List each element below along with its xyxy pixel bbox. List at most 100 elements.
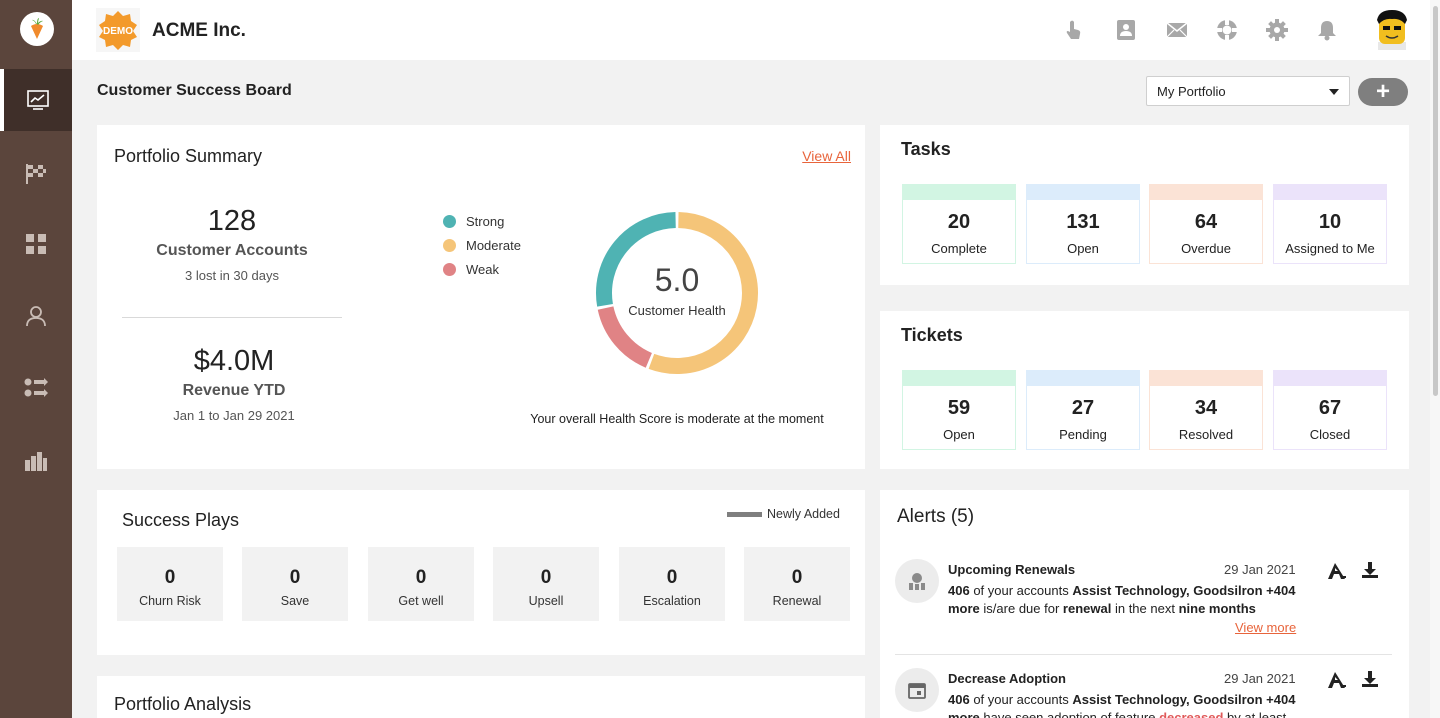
alert-body: 406 of your accounts Assist Technology, … [948,583,1296,616]
sidebar-item-workflows[interactable] [0,357,72,419]
ticket-stat-open[interactable]: 59 Open [902,370,1016,450]
summary-divider [122,317,342,318]
task-stat-overdue[interactable]: 64 Overdue [1149,184,1263,264]
play-label: Save [280,594,310,608]
stat-value: 10 [1318,211,1342,233]
sidebar-item-customers[interactable] [0,285,72,347]
sidebar-item-reports[interactable] [0,430,72,492]
success-plays-card: Success Plays Newly Added 0 Churn Risk 0… [97,490,865,655]
play-value: 0 [540,567,552,588]
renewal-icon [895,559,939,603]
svg-text:DEMO: DEMO [103,26,133,37]
health-score-value: 5.0 [654,262,700,298]
tasks-card: Tasks 20 Complete 131 Open 64 Overdue 10… [880,125,1409,285]
stat-label: Assigned to Me [1285,241,1375,256]
newly-added-legend: Newly Added [727,507,840,521]
ticket-stat-resolved[interactable]: 34 Resolved [1149,370,1263,450]
alert-date: 29 Jan 2021 [1224,671,1296,686]
download-icon[interactable] [1360,560,1380,580]
stat-color-bar [903,371,1015,386]
task-stat-complete[interactable]: 20 Complete [902,184,1016,264]
customer-accounts-label: Customer Accounts [156,242,308,259]
download-icon[interactable] [1360,669,1380,689]
contacts-icon[interactable] [1114,18,1138,42]
company-logo: DEMO [96,8,140,52]
alert-body: 406 of your accounts Assist Technology, … [948,692,1296,718]
bell-icon[interactable] [1315,18,1339,42]
assign-icon[interactable] [1327,670,1347,690]
sidebar-item-apps[interactable] [0,213,72,275]
customer-accounts-metric: 128 Customer Accounts 3 lost in 30 days [117,205,347,283]
carrot-logo-icon[interactable] [20,12,54,46]
play-renewal[interactable]: 0 Renewal [744,547,850,621]
legend-weak: Weak [443,262,499,277]
assign-icon[interactable] [1327,561,1347,581]
revenue-label: Revenue YTD [182,382,286,399]
stat-label: Resolved [1178,427,1234,442]
top-bar: DEMO ACME Inc. [72,0,1430,60]
customer-accounts-value: 128 [207,205,257,237]
portfolio-summary-card: Portfolio Summary View All 128 Customer … [97,125,865,469]
stat-color-bar [1274,371,1386,386]
ticket-stat-pending[interactable]: 27 Pending [1026,370,1140,450]
sidebar-item-plays[interactable] [0,143,72,205]
play-churn-risk[interactable]: 0 Churn Risk [117,547,223,621]
play-label: Renewal [772,594,822,608]
stat-label: Closed [1309,427,1351,442]
task-stat-open[interactable]: 131 Open [1026,184,1140,264]
legend-dot [443,263,456,276]
play-save[interactable]: 0 Save [242,547,348,621]
health-note: Your overall Health Score is moderate at… [530,412,824,426]
alert-date: 29 Jan 2021 [1224,562,1296,577]
play-value: 0 [289,567,301,588]
chevron-down-icon [1329,89,1339,95]
play-escalation[interactable]: 0 Escalation [619,547,725,621]
mail-icon[interactable] [1165,18,1189,42]
portfolio-select[interactable]: My Portfolio [1146,76,1350,106]
stat-label: Open [943,427,975,442]
bar-chart-icon [25,452,47,471]
play-label: Upsell [528,594,564,608]
task-stat-assigned[interactable]: 10 Assigned to Me [1273,184,1387,264]
sidebar [0,0,72,718]
stat-value: 34 [1194,397,1218,419]
gear-icon[interactable] [1265,18,1289,42]
alert-divider [895,654,1392,655]
flow-icon [24,378,48,397]
stat-color-bar [1274,185,1386,200]
play-label: Churn Risk [139,594,201,608]
touch-icon[interactable] [1061,18,1085,42]
play-value: 0 [791,567,803,588]
play-get-well[interactable]: 0 Get well [368,547,474,621]
alert-title: Decrease Adoption [948,671,1066,686]
stat-value: 20 [947,211,971,233]
add-button[interactable]: + [1358,78,1408,106]
scrollbar-thumb[interactable] [1433,6,1438,396]
health-score-label: Customer Health [628,303,726,318]
customer-accounts-sub: 3 lost in 30 days [185,268,279,283]
user-avatar[interactable] [1372,8,1412,50]
company-name: ACME Inc. [152,20,246,41]
stat-value: 59 [947,397,971,419]
play-upsell[interactable]: 0 Upsell [493,547,599,621]
stat-label: Complete [931,241,987,256]
portfolio-select-value: My Portfolio [1157,84,1226,99]
sidebar-item-dashboard[interactable] [0,69,72,131]
view-all-link[interactable]: View All [802,148,851,164]
legend-moderate: Moderate [443,238,521,253]
support-icon[interactable] [1215,18,1239,42]
alert-title: Upcoming Renewals [948,562,1076,577]
ticket-stat-closed[interactable]: 67 Closed [1273,370,1387,450]
legend-label: Weak [466,262,499,277]
portfolio-analysis-card: Portfolio Analysis [97,676,865,718]
stat-value: 64 [1194,211,1218,233]
page-title: Customer Success Board [97,82,292,99]
stat-value: 67 [1318,397,1342,419]
tasks-title: Tasks [901,139,951,159]
checkered-flag-icon [26,164,46,184]
grid-icon [26,234,46,254]
stat-color-bar [1027,185,1139,200]
stat-color-bar [903,185,1015,200]
view-more-link[interactable]: View more [1235,620,1296,635]
legend-dot [443,239,456,252]
